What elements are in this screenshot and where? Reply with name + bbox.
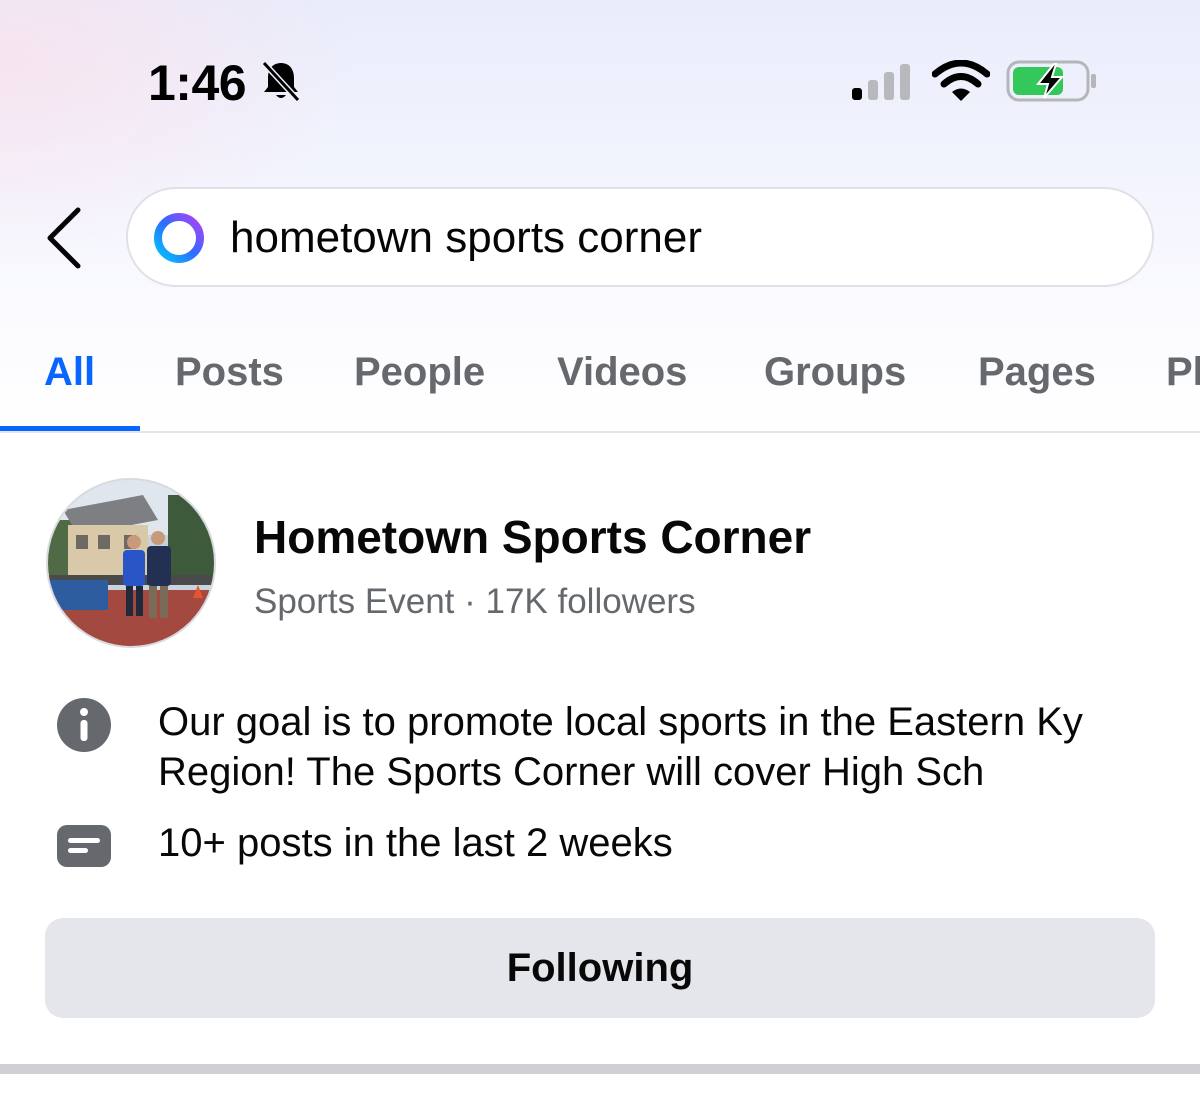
info-icon [57,698,111,752]
battery-charging-icon [1006,60,1096,102]
section-divider [0,1064,1200,1074]
back-button[interactable] [40,204,88,272]
search-filter-tabs: All Posts People Videos Groups Pages Pl [0,330,1200,434]
tabs-divider [0,431,1200,433]
following-button[interactable]: Following [45,918,1155,1018]
status-time: 1:46 [148,55,247,111]
page-meta: Sports Event · 17K followers [254,582,696,621]
search-input[interactable]: hometown sports corner [126,187,1154,287]
bell-slash-icon [261,60,301,103]
page-avatar[interactable] [46,478,216,648]
tab-groups[interactable]: Groups [764,350,906,395]
tab-places[interactable]: Pl [1166,350,1200,395]
tab-posts[interactable]: Posts [175,350,284,395]
tab-people[interactable]: People [354,350,485,395]
meta-ai-ring-icon [154,213,204,263]
activity-text: 10+ posts in the last 2 weeks [158,821,673,865]
wifi-icon [932,60,990,101]
page-name[interactable]: Hometown Sports Corner [254,510,811,564]
search-query[interactable]: hometown sports corner [230,213,702,263]
posts-icon [57,825,111,867]
page-description: Our goal is to promote local sports in t… [158,700,1083,794]
tab-pages[interactable]: Pages [978,350,1096,395]
tab-all[interactable]: All [44,350,95,395]
cellular-signal-icon [852,64,910,100]
tab-videos[interactable]: Videos [557,350,687,395]
